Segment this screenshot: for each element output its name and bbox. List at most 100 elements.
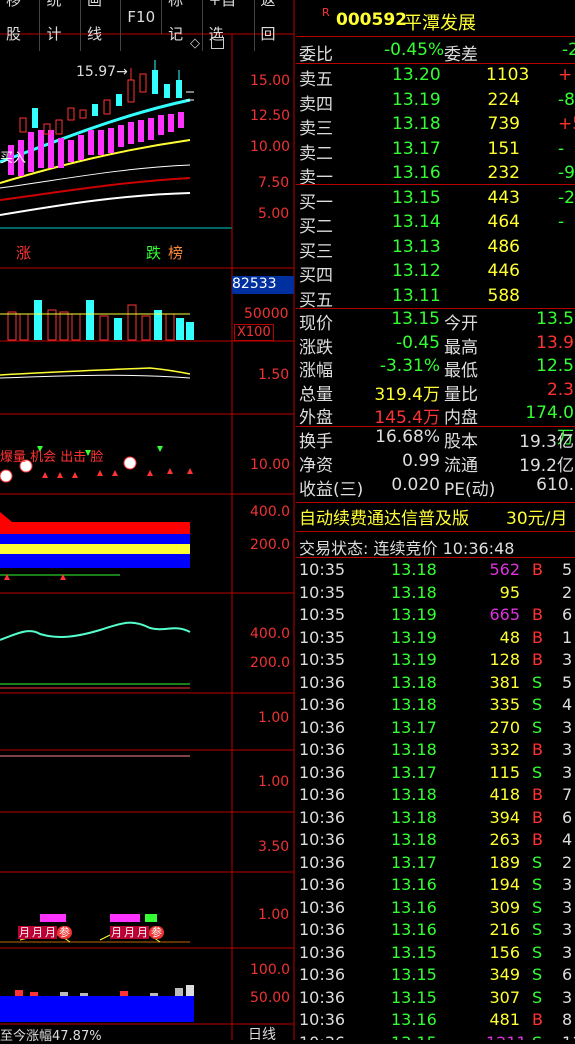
tick-trades: 10:35 13.18 562 B 5 10:35 13.18 95 2 10:35 13.19 66… xyxy=(296,558,575,1040)
trade-count: 4 xyxy=(562,695,573,714)
trade-count: 3 xyxy=(562,942,573,962)
trade-side: B xyxy=(532,627,543,647)
diamond-icon[interactable]: ◇ xyxy=(190,36,200,51)
orderbook-row: 卖五 13.20 1103 + xyxy=(296,65,575,90)
y-tick: 5.00 xyxy=(258,206,290,222)
trade-side: B xyxy=(532,785,543,804)
ind3-tick: 400.0 xyxy=(250,504,291,520)
trade-volume: 115 xyxy=(489,762,520,782)
stat-row: 外盘 145.4万 内盘 174.0万 xyxy=(296,403,575,448)
trade-price: 13.15 xyxy=(391,965,437,984)
stat-row: 涨跌 -0.45 最高 13.9 xyxy=(296,333,575,358)
trade-time: 10:36 xyxy=(299,965,346,984)
trade-price: 13.17 xyxy=(391,852,437,872)
trade-time: 10:36 xyxy=(299,672,346,692)
level-change: -93 xyxy=(558,163,575,183)
level-volume: 739 xyxy=(487,114,520,134)
trade-time: 10:36 xyxy=(299,807,346,827)
orderbook-row: 卖二 13.17 151 - xyxy=(296,138,575,164)
trade-side: S xyxy=(532,695,543,714)
level-price: 13.17 xyxy=(392,138,441,159)
month-marks-2: 月月月参 xyxy=(110,924,164,940)
volume-value: 82533 xyxy=(232,276,294,294)
trade-count: 3 xyxy=(562,762,573,782)
level-price: 13.11 xyxy=(392,285,441,306)
trade-row: 10:36 13.15 307 S 3 xyxy=(296,988,575,1010)
tab-daily[interactable]: 日线 xyxy=(248,1024,276,1044)
window-icon[interactable] xyxy=(211,37,224,49)
trade-count: 4 xyxy=(562,830,573,849)
stat-label2: 今开 xyxy=(444,314,478,334)
trade-time: 10:35 xyxy=(299,605,346,624)
trade-side: S xyxy=(532,920,543,939)
order-book: 卖五 13.20 1103 + 卖四 13.19 224 -8 卖三 13.18 739 +5 卖二 13… xyxy=(296,64,575,311)
stat-label: 涨幅 xyxy=(299,361,333,381)
trade-side: B xyxy=(532,560,543,579)
trade-row: 10:36 13.15 156 S 3 xyxy=(296,943,575,965)
trade-row: 10:35 13.19 128 B 3 xyxy=(296,650,575,672)
stat-label: 现价 xyxy=(299,314,333,334)
trade-price: 13.16 xyxy=(391,920,437,939)
trade-price: 13.17 xyxy=(391,717,437,737)
ad-banner[interactable]: 自动续费通达信普及版 30元/月 xyxy=(296,504,575,530)
trade-count: 7 xyxy=(562,785,573,804)
trade-volume: 194 xyxy=(489,875,520,894)
mark: 月 xyxy=(136,926,149,939)
tool-back[interactable]: 返回 xyxy=(255,0,294,51)
trade-row: 10:36 13.15 1211 S 11 xyxy=(296,1033,575,1041)
trade-side: S xyxy=(532,942,543,962)
ind5-tick: 1.00 xyxy=(258,710,290,726)
trade-price: 13.18 xyxy=(391,740,437,759)
stat-value: 319.4万 xyxy=(374,384,440,405)
tool-move-stock[interactable]: 移股 xyxy=(0,0,41,51)
trade-row: 10:36 13.16 309 S 3 xyxy=(296,898,575,920)
trade-side: S xyxy=(532,1033,542,1041)
trade-side: S xyxy=(532,852,543,872)
trade-price: 13.18 xyxy=(391,672,437,692)
mark: 参 xyxy=(149,926,164,939)
level-price: 13.12 xyxy=(392,261,441,281)
level-change: + xyxy=(558,65,573,85)
trade-time: 10:35 xyxy=(299,560,346,579)
trade-price: 13.18 xyxy=(391,785,437,804)
trade-volume: 1211 xyxy=(486,1033,527,1041)
tool-draw-line[interactable]: 画线 xyxy=(81,0,122,51)
trade-row: 10:36 13.18 332 B 3 xyxy=(296,740,575,762)
level-label: 卖三 xyxy=(299,119,333,139)
trade-count: 6 xyxy=(562,605,573,624)
trade-count: 8 xyxy=(562,1010,573,1029)
stock-code: 000592 xyxy=(336,10,407,30)
trade-side: B xyxy=(532,830,543,849)
trade-price: 13.15 xyxy=(391,1033,437,1041)
trade-row: 10:36 13.15 349 S 6 xyxy=(296,965,575,987)
trade-volume: 381 xyxy=(489,672,520,692)
stat-label2: 最高 xyxy=(444,337,478,358)
stat-value: 0.99 xyxy=(402,451,440,471)
trade-price: 13.18 xyxy=(391,560,437,579)
trade-count: 2 xyxy=(562,582,573,602)
orderbook-row: 卖四 13.19 224 -8 xyxy=(296,90,575,115)
trade-side: S xyxy=(532,762,543,782)
level-label: 买四 xyxy=(299,266,333,286)
trade-side: S xyxy=(532,897,543,917)
trade-row: 10:35 13.18 562 B 5 xyxy=(296,560,575,582)
trade-price: 13.18 xyxy=(391,695,437,714)
trade-price: 13.15 xyxy=(391,942,437,962)
stat-label2: 量比 xyxy=(444,384,478,405)
tool-stats[interactable]: 统计 xyxy=(40,0,81,51)
weibi-row: 委比 -0.45% 委差 -2 xyxy=(299,40,575,65)
orderbook-row: 买三 13.13 486 xyxy=(296,237,575,262)
trade-count: 5 xyxy=(562,560,573,579)
tool-f10[interactable]: F10 xyxy=(121,0,163,34)
mark: 月 xyxy=(31,926,44,939)
trade-price: 13.16 xyxy=(391,875,437,894)
stat-label: 涨跌 xyxy=(299,337,333,358)
trade-time: 10:36 xyxy=(299,695,346,714)
trade-price: 13.18 xyxy=(391,830,437,849)
trade-time: 10:36 xyxy=(299,762,346,782)
trade-volume: 216 xyxy=(489,920,520,939)
divider xyxy=(296,531,575,532)
ad-price: 30元/月 xyxy=(506,509,568,529)
buy-signal-label: 买入 xyxy=(0,151,27,166)
trade-count: 1 xyxy=(562,627,573,647)
